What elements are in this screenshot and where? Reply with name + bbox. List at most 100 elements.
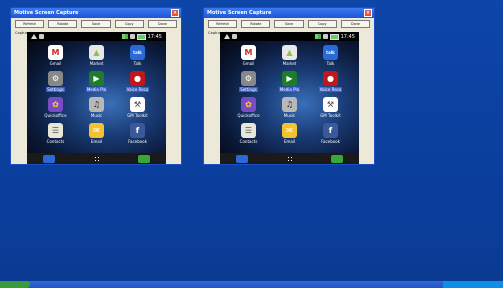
app-shortcut[interactable]: f Facebook [310, 123, 351, 144]
battery-icon [136, 33, 146, 40]
app-shortcut[interactable]: ✿ Quickoffice [35, 97, 76, 118]
app-drawer-icon[interactable] [93, 155, 100, 162]
status-bar: 17:45 [220, 32, 359, 41]
copy-button[interactable]: Copy [307, 20, 337, 28]
app-shortcut[interactable]: ✉ Email [76, 123, 117, 144]
email-icon: ✉ [89, 123, 104, 138]
settings-icon: ⚙ [48, 71, 63, 86]
app-grid: M Gmail ▲ Market talk Talk ⚙ Settings ▶ Media Pla… [228, 45, 351, 144]
window-titlebar[interactable]: Motive Screen Capture × [11, 8, 181, 18]
app-label: Contacts [46, 139, 65, 144]
app-label: Facebook [321, 139, 340, 144]
app-shortcut[interactable]: ♫ Music [76, 97, 117, 118]
app-shortcut[interactable]: ☰ Contacts [35, 123, 76, 144]
app-label: GM Toolkit [127, 113, 148, 118]
app-shortcut[interactable]: ✉ Email [269, 123, 310, 144]
window-title: Motive Screen Capture [14, 10, 79, 16]
dock [27, 153, 166, 164]
music-icon: ♫ [89, 97, 104, 112]
app-shortcut[interactable]: M Gmail [228, 45, 269, 66]
save-button[interactable]: Save [274, 20, 304, 28]
browser-icon[interactable] [138, 154, 150, 163]
window-titlebar[interactable]: Motive Screen Capture × [204, 8, 374, 18]
warning-icon [224, 34, 230, 39]
market-icon: ▲ [89, 45, 104, 60]
facebook-icon: f [323, 123, 338, 138]
save-button[interactable]: Save [81, 20, 111, 28]
app-label: Email [283, 139, 296, 144]
refresh-button[interactable]: Refresh [208, 20, 238, 28]
app-label: Gmail [49, 61, 62, 66]
network-icon [129, 34, 135, 39]
settings-icon: ⚙ [241, 71, 256, 86]
network-icon [322, 34, 328, 39]
warning-icon [31, 34, 37, 39]
phone-icon[interactable] [236, 154, 248, 163]
copy-button[interactable]: Copy [114, 20, 144, 28]
app-shortcut[interactable]: ▶ Media Pla [76, 71, 117, 92]
media-player-icon: ▶ [282, 71, 297, 86]
signal-icon [314, 34, 321, 39]
app-label: Market [282, 61, 297, 66]
phone-screen: 17:45 M Gmail ▲ Market talk Talk ⚙ Settings ▶ Med… [27, 32, 166, 164]
app-shortcut[interactable]: ⚙ Settings [35, 71, 76, 92]
clock: 17:45 [147, 33, 162, 40]
app-label: Gmail [242, 61, 255, 66]
app-label: Quickoffice [44, 113, 67, 118]
app-label: Music [90, 113, 103, 118]
app-label: Settings [46, 87, 65, 92]
rotate-button[interactable]: Rotate [48, 20, 78, 28]
app-label: Contacts [239, 139, 258, 144]
app-label: Market [89, 61, 104, 66]
app-shortcut[interactable]: ▶ Media Pla [269, 71, 310, 92]
app-shortcut[interactable]: talk Talk [117, 45, 158, 66]
app-shortcut[interactable]: f Facebook [117, 123, 158, 144]
voice-recorder-icon: ● [130, 71, 145, 86]
voice-recorder-icon: ● [323, 71, 338, 86]
app-shortcut[interactable]: ● Voice Reco [310, 71, 351, 92]
facebook-icon: f [130, 123, 145, 138]
app-shortcut[interactable]: ⚒ GM Toolkit [310, 97, 351, 118]
app-shortcut[interactable]: M Gmail [35, 45, 76, 66]
notification-icon [39, 34, 44, 39]
email-icon: ✉ [282, 123, 297, 138]
app-shortcut[interactable]: talk Talk [310, 45, 351, 66]
music-icon: ♫ [282, 97, 297, 112]
app-label: GM Toolkit [320, 113, 341, 118]
start-button[interactable] [0, 281, 30, 288]
app-shortcut[interactable]: ● Voice Reco [117, 71, 158, 92]
phone-icon[interactable] [43, 154, 55, 163]
app-label: Media Pla [85, 87, 108, 92]
app-label: Facebook [128, 139, 147, 144]
screen-capture-window-1[interactable]: Motive Screen Capture × Refresh Rotate S… [10, 7, 182, 165]
app-shortcut[interactable]: ☰ Contacts [228, 123, 269, 144]
signal-icon [121, 34, 128, 39]
app-shortcut[interactable]: ▲ Market [76, 45, 117, 66]
app-label: Talk [133, 61, 142, 66]
app-label: Media Pla [278, 87, 301, 92]
notification-icon [232, 34, 237, 39]
quickoffice-icon: ✿ [241, 97, 256, 112]
gm-toolkit-icon: ⚒ [323, 97, 338, 112]
app-drawer-icon[interactable] [286, 155, 293, 162]
done-button[interactable]: Done [147, 20, 178, 28]
app-shortcut[interactable]: ▲ Market [269, 45, 310, 66]
close-icon[interactable]: × [364, 9, 372, 17]
done-button[interactable]: Done [340, 20, 371, 28]
app-shortcut[interactable]: ⚒ GM Toolkit [117, 97, 158, 118]
app-shortcut[interactable]: ♫ Music [269, 97, 310, 118]
app-label: Quickoffice [237, 113, 260, 118]
taskbar [0, 281, 503, 288]
app-label: Voice Reco [125, 87, 150, 92]
close-icon[interactable]: × [171, 9, 179, 17]
gmail-icon: M [48, 45, 63, 60]
refresh-button[interactable]: Refresh [15, 20, 45, 28]
screen-capture-window-2[interactable]: Motive Screen Capture × Refresh Rotate S… [203, 7, 375, 165]
rotate-button[interactable]: Rotate [241, 20, 271, 28]
browser-icon[interactable] [331, 154, 343, 163]
contacts-icon: ☰ [48, 123, 63, 138]
app-shortcut[interactable]: ✿ Quickoffice [228, 97, 269, 118]
app-shortcut[interactable]: ⚙ Settings [228, 71, 269, 92]
app-label: Music [283, 113, 296, 118]
desktop: Motive Screen Capture × Refresh Rotate S… [0, 0, 503, 288]
